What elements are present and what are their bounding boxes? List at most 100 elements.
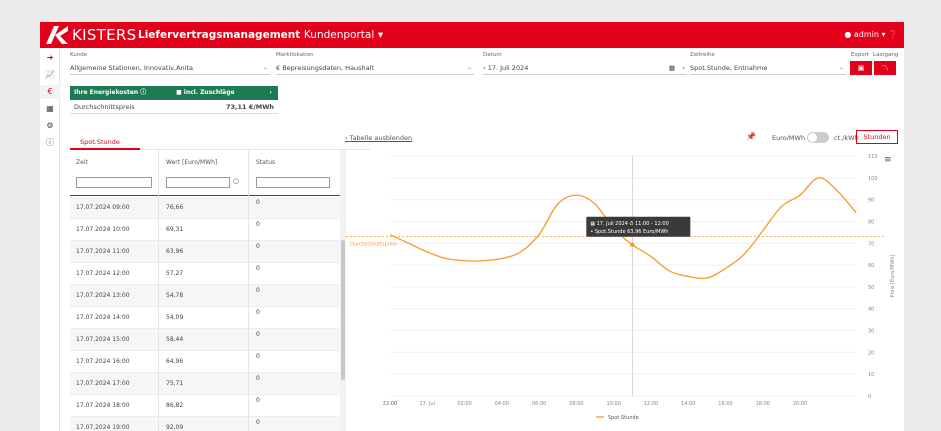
- sidebar-settings-icon[interactable]: ⚙: [40, 119, 60, 133]
- y-tick-label: 30: [868, 329, 874, 335]
- table-row[interactable]: 17.07.2024 10:00 69,31 0: [70, 219, 340, 241]
- table-cell-zeit: 17.07.2024 10:00: [76, 226, 130, 233]
- table-cell-zeit: 17.07.2024 15:00: [76, 336, 130, 343]
- x-tick-label: 20:00: [793, 401, 807, 407]
- top-bar: KISTERS Liefervertragsmanagement Kundenp…: [40, 22, 904, 48]
- filter-input-status[interactable]: [256, 177, 330, 188]
- stunden-button[interactable]: Stunden: [856, 130, 898, 144]
- menu-icon[interactable]: ≡: [884, 155, 892, 165]
- chevron-down-icon: ⌄: [262, 64, 268, 71]
- filter-circle-icon[interactable]: ○: [233, 177, 239, 185]
- lastgang-button[interactable]: 〽: [874, 61, 896, 75]
- table-row[interactable]: 17.07.2024 09:00 76,66 0: [70, 197, 340, 219]
- next-date-button[interactable]: ›: [682, 62, 685, 74]
- table-cell-status: 0: [256, 309, 260, 316]
- y-tick-label: 90: [868, 198, 874, 204]
- x-tick-label: 10:00: [606, 401, 620, 407]
- scrollbar-thumb[interactable]: [341, 240, 345, 380]
- x-tick-label: 12:00: [644, 401, 658, 407]
- pin-icon[interactable]: 📌: [746, 132, 756, 141]
- y-tick-label: 100: [868, 176, 878, 182]
- sidebar-chart-icon[interactable]: 📈: [40, 68, 60, 82]
- hide-table-label: Tabelle ausblenden: [349, 134, 413, 142]
- brand-name: KISTERS: [72, 26, 137, 44]
- highlight-point[interactable]: [630, 242, 635, 247]
- chevron-down-icon: ⌄: [838, 64, 844, 71]
- export-label: Export: [851, 52, 870, 58]
- table-row[interactable]: 17.07.2024 12:00 57,27 0: [70, 263, 340, 285]
- table-row[interactable]: 17.07.2024 18:00 86,82 0: [70, 395, 340, 417]
- table-row[interactable]: 17.07.2024 13:00 54,78 0: [70, 285, 340, 307]
- price-chart-svg[interactable]: 0 10 20 30 40 50 60 70 80 90 100 110 22:00 17. Jul 02:…: [346, 150, 904, 431]
- table-cell-zeit: 17.07.2024 13:00: [76, 292, 130, 299]
- lastgang-label: Lastgang: [873, 52, 899, 58]
- sidebar-calendar-icon[interactable]: ▦: [40, 102, 60, 116]
- help-icon[interactable]: ❓: [888, 30, 898, 39]
- table-header: Zeit Wert [Euro/MWh] Status ○: [70, 150, 340, 196]
- user-menu[interactable]: ● admin ▾ ❓: [844, 30, 898, 39]
- table-row[interactable]: 17.07.2024 16:00 64,96 0: [70, 351, 340, 373]
- table-cell-wert: 58,44: [166, 336, 184, 343]
- table-cell-status: 0: [256, 287, 260, 294]
- kunde-select[interactable]: Allgemeine Stationen, Innovativ,Anita ⌄: [70, 62, 270, 75]
- table-row[interactable]: 17.07.2024 11:00 63,96 0: [70, 241, 340, 263]
- column-header-zeit[interactable]: Zeit: [76, 159, 88, 166]
- sidebar-euro-icon[interactable]: €: [40, 85, 60, 99]
- durchschnittspreis-label: Durchschnittspreis: [74, 103, 135, 111]
- zuschlaege-checkbox[interactable]: ■ incl. Zuschläge: [176, 86, 235, 100]
- export-button[interactable]: ▣: [850, 61, 872, 75]
- datum-field[interactable]: ‹ 17. Juli 2024 ▦ ›: [483, 62, 687, 75]
- x-tick-label: 18:00: [756, 401, 770, 407]
- price-chart: 0 10 20 30 40 50 60 70 80 90 100 110 22:00 17. Jul 02:…: [346, 150, 904, 431]
- tab-spot-stunde[interactable]: Spot.Stunde: [70, 135, 140, 149]
- sidebar-info-icon[interactable]: ⓘ: [40, 136, 60, 150]
- table-row[interactable]: 17.07.2024 19:00 92,09 0: [70, 417, 340, 431]
- zuschlaege-label: incl. Zuschläge: [183, 89, 235, 96]
- y-tick-label: 0: [868, 394, 871, 400]
- average-label: Durchschnittspreis: [350, 241, 397, 247]
- filter-input-zeit[interactable]: [76, 177, 152, 188]
- table-row[interactable]: 17.07.2024 17:00 75,71 0: [70, 373, 340, 395]
- table-cell-zeit: 17.07.2024 17:00: [76, 380, 130, 387]
- zeitreihe-select[interactable]: Spot.Stunde, Entnahme ⌄: [690, 62, 846, 75]
- energy-cost-header: Ihre Energiekosten ⓘ ■ incl. Zuschläge ›: [70, 86, 278, 100]
- tooltip-value: • Spot.Stunde 63,96 Euro/MWh: [590, 229, 668, 235]
- info-icon[interactable]: ⓘ: [140, 89, 146, 96]
- sidebar: ➜ 📈 € ▦ ⚙ ⓘ: [40, 48, 60, 431]
- markt-select[interactable]: € Bepreisungsdaten, Haushalt ⌄: [276, 62, 474, 75]
- app-title-main: Liefervertragsmanagement: [138, 29, 301, 41]
- table-cell-wert: 57,27: [166, 270, 184, 277]
- table-cell-wert: 75,71: [166, 380, 184, 387]
- chevron-down-icon: ▾: [377, 29, 384, 41]
- column-header-status[interactable]: Status: [256, 159, 275, 166]
- calendar-icon[interactable]: ▦: [669, 62, 675, 74]
- chevron-down-icon: ⌄: [466, 64, 472, 71]
- table-cell-status: 0: [256, 265, 260, 272]
- table-row[interactable]: 17.07.2024 14:00 54,09 0: [70, 307, 340, 329]
- prev-date-button[interactable]: ‹: [483, 64, 486, 72]
- x-tick-label: 22:00: [383, 401, 397, 407]
- table-cell-status: 0: [256, 331, 260, 338]
- table-cell-status: 0: [256, 419, 260, 426]
- app-frame: KISTERS Liefervertragsmanagement Kundenp…: [40, 22, 904, 431]
- sidebar-arrow-icon[interactable]: ➜: [40, 51, 60, 65]
- table-cell-wert: 63,96: [166, 248, 184, 255]
- euro-icon: €: [276, 64, 281, 72]
- table-cell-wert: 92,09: [166, 424, 184, 431]
- y-tick-label: 60: [868, 263, 874, 269]
- chevron-down-icon: ▾: [881, 30, 886, 39]
- table-row[interactable]: 17.07.2024 15:00 58,44 0: [70, 329, 340, 351]
- x-tick-label: 08:00: [569, 401, 583, 407]
- app-title[interactable]: Liefervertragsmanagement Kundenportal ▾: [138, 29, 383, 41]
- table-cell-status: 0: [256, 221, 260, 228]
- legend-label[interactable]: Spot.Stunde: [608, 415, 639, 421]
- hide-table-link[interactable]: ‹ Tabelle ausblenden: [345, 134, 412, 142]
- filter-input-wert[interactable]: [166, 177, 230, 188]
- y-tick-label: 20: [868, 350, 874, 356]
- table-cell-wert: 54,78: [166, 292, 184, 299]
- chevron-right-icon[interactable]: ›: [270, 86, 272, 100]
- unit-toggle[interactable]: [807, 132, 829, 143]
- y-tick-label: 50: [868, 285, 874, 291]
- unit-euro-label: Euro/MWh: [772, 134, 806, 142]
- column-header-wert[interactable]: Wert [Euro/MWh]: [166, 159, 217, 166]
